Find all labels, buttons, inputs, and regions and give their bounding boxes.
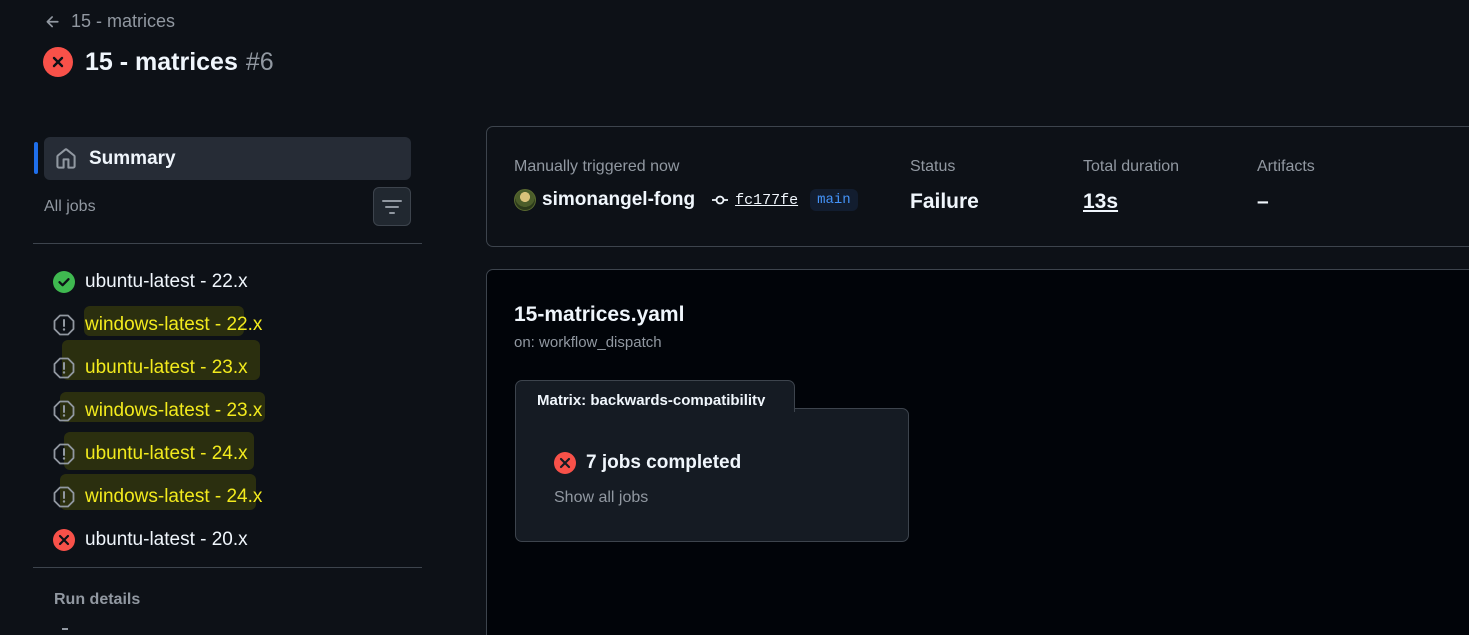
run-details-icon <box>62 628 68 635</box>
actor-name[interactable]: simonangel-fong <box>542 189 695 211</box>
divider <box>33 243 422 244</box>
filter-icon <box>382 199 402 214</box>
duration-value[interactable]: 13s <box>1083 190 1118 214</box>
arrow-left-icon <box>46 15 59 27</box>
matrix-group: 7 jobs completed Show all jobs <box>515 408 909 542</box>
run-summary-card: Manually triggered now simonangel-fong f… <box>486 126 1469 247</box>
x-circle-fill-icon <box>554 452 576 474</box>
back-link-label: 15 - matrices <box>71 11 176 31</box>
run-details-heading: Run details <box>54 591 141 608</box>
sidebar-job-item[interactable]: ubuntu-latest - 22.x <box>53 260 413 303</box>
job-name: ubuntu-latest - 20.x <box>85 528 248 550</box>
alert-octagon-icon <box>53 400 75 422</box>
sidebar-item-summary[interactable]: Summary <box>44 137 411 180</box>
alert-octagon-icon <box>53 486 75 508</box>
jobs-completed-text: 7 jobs completed <box>586 452 742 473</box>
page-title-row: 15 - matrices #6 <box>43 47 274 77</box>
job-name: ubuntu-latest - 23.x <box>85 356 248 378</box>
sidebar-job-item[interactable]: ubuntu-latest - 23.x <box>53 346 413 389</box>
run-number: #6 <box>245 47 274 76</box>
all-jobs-heading: All jobs <box>44 198 96 215</box>
job-name: ubuntu-latest - 22.x <box>85 270 248 292</box>
sidebar-job-item[interactable]: windows-latest - 22.x <box>53 303 413 346</box>
trigger-details: simonangel-fong fc177fe main <box>514 189 858 211</box>
avatar[interactable] <box>514 189 536 211</box>
status-value: Failure <box>910 190 979 213</box>
sidebar-job-item[interactable]: ubuntu-latest - 24.x <box>53 432 413 475</box>
job-name: windows-latest - 23.x <box>85 399 263 421</box>
artifacts-label: Artifacts <box>1257 158 1315 175</box>
check-circle-fill-icon <box>53 270 75 293</box>
git-commit-icon <box>712 195 729 205</box>
commit-sha-link[interactable]: fc177fe <box>735 192 798 209</box>
x-circle-fill-icon <box>53 528 75 551</box>
workflow-trigger: on: workflow_dispatch <box>514 334 662 351</box>
alert-octagon-icon <box>53 314 75 336</box>
sidebar-item-label: Summary <box>89 147 176 169</box>
x-circle-fill-icon <box>43 47 73 77</box>
job-name: windows-latest - 22.x <box>85 313 263 335</box>
duration-label: Total duration <box>1083 158 1180 175</box>
sidebar-job-item[interactable]: ubuntu-latest - 20.x <box>53 518 413 561</box>
trigger-label: Manually triggered now <box>514 158 680 175</box>
home-icon <box>56 147 76 169</box>
workflow-graph-card: 15-matrices.yaml on: workflow_dispatch 7… <box>486 269 1469 635</box>
job-list: ubuntu-latest - 22.x windows-latest - 22.… <box>53 260 413 561</box>
matrix-summary: 7 jobs completed <box>554 452 741 474</box>
workflow-file-name: 15-matrices.yaml <box>514 303 685 326</box>
divider <box>33 567 422 568</box>
filter-button[interactable] <box>373 187 411 226</box>
sidebar-job-item[interactable]: windows-latest - 24.x <box>53 475 413 518</box>
artifacts-value: – <box>1257 190 1269 213</box>
branch-badge[interactable]: main <box>810 189 858 211</box>
active-indicator <box>34 142 38 174</box>
back-link[interactable]: 15 - matrices <box>44 11 175 32</box>
matrix-tab-join <box>516 406 794 412</box>
job-name: windows-latest - 24.x <box>85 485 263 507</box>
job-name: ubuntu-latest - 24.x <box>85 442 248 464</box>
status-label: Status <box>910 158 956 175</box>
sidebar-job-item[interactable]: windows-latest - 23.x <box>53 389 413 432</box>
alert-octagon-icon <box>53 443 75 465</box>
page-title: 15 - matrices <box>85 47 238 76</box>
alert-octagon-icon <box>53 357 75 379</box>
show-all-jobs-link[interactable]: Show all jobs <box>554 489 648 507</box>
